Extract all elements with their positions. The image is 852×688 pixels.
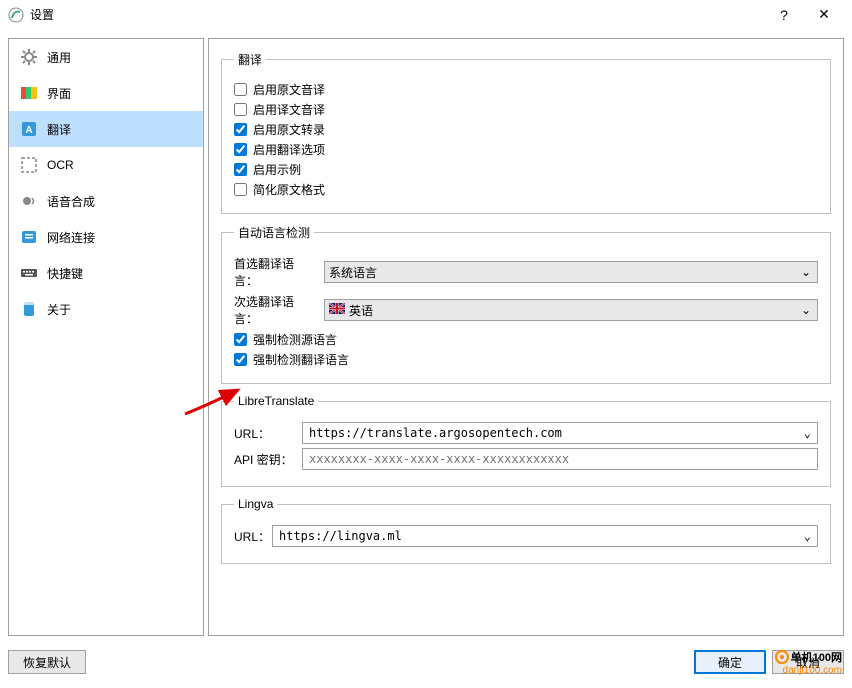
checkbox-label: 简化原文格式	[253, 181, 325, 198]
lt-url-select[interactable]: https://translate.argosopentech.com	[302, 422, 818, 444]
titlebar: 设置 ? ✕	[0, 0, 852, 30]
sidebar-item-speech[interactable]: 语音合成	[9, 183, 203, 219]
opt-simplify-source[interactable]: 简化原文格式	[234, 181, 818, 198]
checkbox[interactable]	[234, 183, 247, 196]
checkbox[interactable]	[234, 353, 247, 366]
sidebar-item-general[interactable]: 通用	[9, 39, 203, 75]
opt-target-transliteration[interactable]: 启用译文音译	[234, 101, 818, 118]
sidebar-item-about[interactable]: 关于	[9, 291, 203, 327]
sec-lang-select[interactable]: 英语	[324, 299, 818, 321]
content-panel: 翻译 启用原文音译 启用译文音译 启用原文转录 启用翻译选项 启用示例 简化原文…	[208, 38, 844, 636]
translate-icon: A	[19, 119, 39, 139]
lingva-url-label: URL：	[234, 528, 264, 545]
sidebar-item-interface[interactable]: 界面	[9, 75, 203, 111]
sidebar-item-label: 通用	[47, 49, 71, 66]
help-button[interactable]: ?	[764, 7, 804, 23]
translation-legend: 翻译	[234, 51, 266, 68]
opt-source-transliteration[interactable]: 启用原文音译	[234, 81, 818, 98]
opt-force-trans-lang[interactable]: 强制检测翻译语言	[234, 351, 818, 368]
sidebar-item-label: 关于	[47, 301, 71, 318]
sidebar-item-label: 翻译	[47, 121, 71, 138]
checkbox-label: 启用示例	[253, 161, 301, 178]
opt-examples[interactable]: 启用示例	[234, 161, 818, 178]
lingva-legend: Lingva	[234, 497, 277, 511]
window-title: 设置	[30, 6, 764, 23]
checkbox-label: 启用译文音译	[253, 101, 325, 118]
speaker-icon	[19, 191, 39, 211]
palette-icon	[19, 83, 39, 103]
checkbox-label: 启用原文音译	[253, 81, 325, 98]
checkbox[interactable]	[234, 143, 247, 156]
app-icon	[8, 7, 24, 23]
ocr-icon	[19, 155, 39, 175]
sidebar: 通用 界面 A 翻译 OCR 语音合成 网络连接 快捷键 关于	[8, 38, 204, 636]
sidebar-item-network[interactable]: 网络连接	[9, 219, 203, 255]
lingva-url-select[interactable]: https://lingva.ml	[272, 525, 818, 547]
sidebar-item-label: OCR	[47, 158, 74, 172]
sidebar-item-translation[interactable]: A 翻译	[9, 111, 203, 147]
checkbox-label: 启用原文转录	[253, 121, 325, 138]
autolang-legend: 自动语言检测	[234, 224, 314, 241]
checkbox-label: 强制检测源语言	[253, 331, 337, 348]
sidebar-item-label: 语音合成	[47, 193, 95, 210]
close-button[interactable]: ✕	[804, 6, 844, 23]
checkbox[interactable]	[234, 83, 247, 96]
sidebar-item-label: 界面	[47, 85, 71, 102]
main-area: 通用 界面 A 翻译 OCR 语音合成 网络连接 快捷键 关于	[0, 30, 852, 644]
cancel-button[interactable]: 取消	[772, 650, 844, 674]
sidebar-item-label: 快捷键	[47, 265, 83, 282]
sidebar-item-ocr[interactable]: OCR	[9, 147, 203, 183]
keyboard-icon	[19, 263, 39, 283]
pref-lang-select[interactable]: 系统语言	[324, 261, 818, 283]
sidebar-item-shortcuts[interactable]: 快捷键	[9, 255, 203, 291]
info-icon	[19, 299, 39, 319]
libretranslate-group: LibreTranslate URL： https://translate.ar…	[221, 394, 831, 487]
lt-url-label: URL：	[234, 425, 294, 442]
checkbox-label: 强制检测翻译语言	[253, 351, 349, 368]
lt-apikey-input[interactable]	[302, 448, 818, 470]
pref-lang-label: 首选翻译语言：	[234, 255, 316, 289]
bottom-bar: 恢复默认 确定 取消	[0, 644, 852, 680]
lingva-group: Lingva URL： https://lingva.ml	[221, 497, 831, 564]
checkbox[interactable]	[234, 103, 247, 116]
opt-source-transcription[interactable]: 启用原文转录	[234, 121, 818, 138]
uk-flag-icon	[329, 303, 345, 317]
ok-button[interactable]: 确定	[694, 650, 766, 674]
opt-translation-options[interactable]: 启用翻译选项	[234, 141, 818, 158]
gear-icon	[19, 47, 39, 67]
translation-group: 翻译 启用原文音译 启用译文音译 启用原文转录 启用翻译选项 启用示例 简化原文…	[221, 51, 831, 214]
checkbox-label: 启用翻译选项	[253, 141, 325, 158]
opt-force-source-lang[interactable]: 强制检测源语言	[234, 331, 818, 348]
svg-text:A: A	[25, 125, 32, 136]
lt-apikey-label: API 密钥：	[234, 451, 294, 468]
sidebar-item-label: 网络连接	[47, 229, 95, 246]
network-icon	[19, 227, 39, 247]
restore-defaults-button[interactable]: 恢复默认	[8, 650, 86, 674]
libretranslate-legend: LibreTranslate	[234, 394, 318, 408]
sec-lang-label: 次选翻译语言：	[234, 293, 316, 327]
checkbox[interactable]	[234, 163, 247, 176]
autolang-group: 自动语言检测 首选翻译语言： 系统语言 次选翻译语言： 英语 强制检测源语言 强…	[221, 224, 831, 384]
checkbox[interactable]	[234, 333, 247, 346]
checkbox[interactable]	[234, 123, 247, 136]
